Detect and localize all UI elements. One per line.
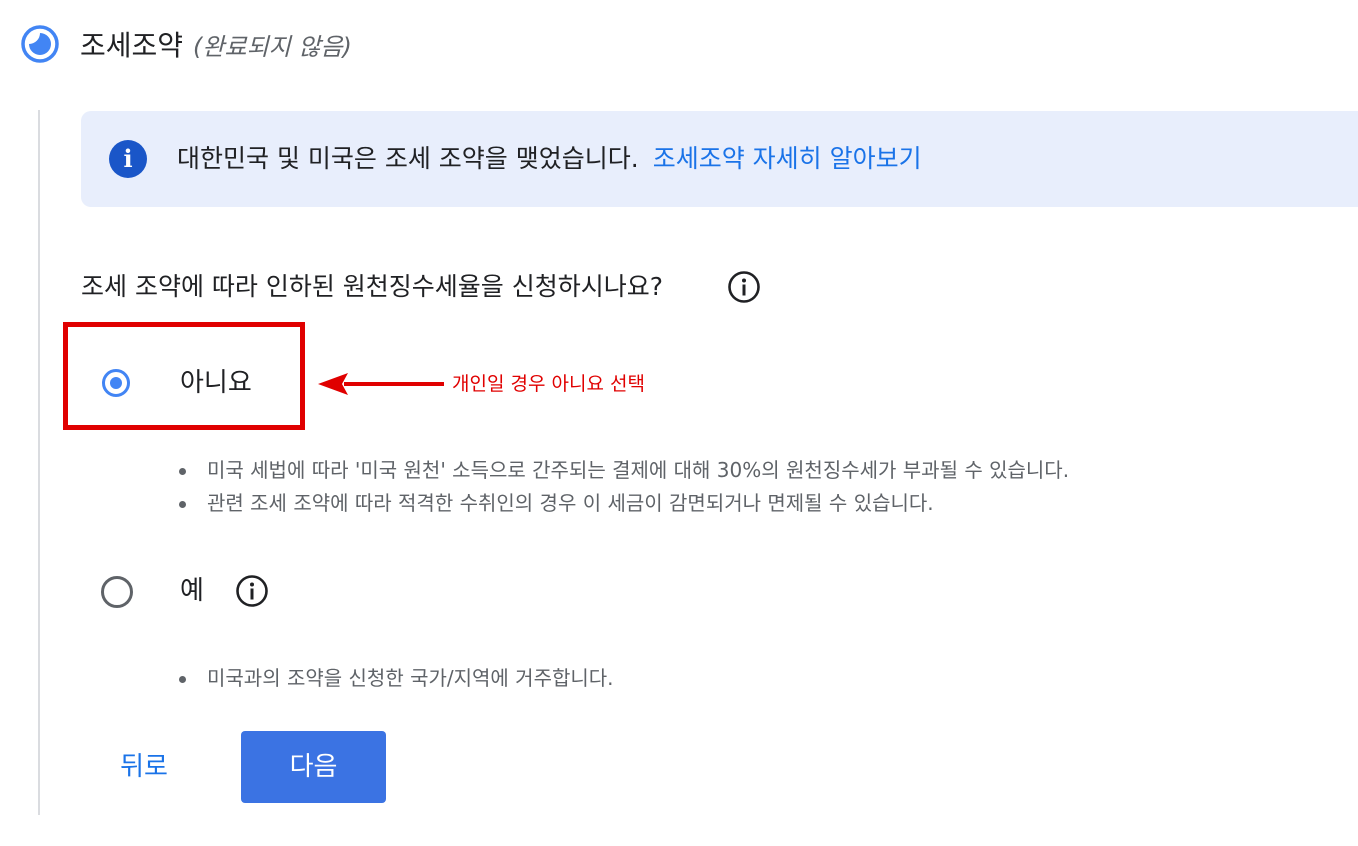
section-header: 조세조약 (완료되지 않음): [20, 24, 352, 64]
annotation-text: 개인일 경우 아니요 선택: [452, 373, 645, 395]
list-item: 미국 세법에 따라 '미국 원천' 소득으로 간주되는 결제에 대해 30%의 …: [178, 454, 1069, 487]
radio-no[interactable]: [102, 369, 130, 397]
next-button[interactable]: 다음: [241, 731, 386, 803]
section-status: (완료되지 않음): [193, 32, 352, 61]
in-progress-icon: [21, 25, 59, 63]
treaty-question: 조세 조약에 따라 인하된 원천징수세율을 신청하시나요?: [81, 272, 664, 301]
section-divider: [38, 110, 40, 815]
info-icon: i: [109, 140, 147, 178]
tax-treaty-page: 조세조약 (완료되지 않음) i 대한민국 및 미국은 조세 조약을 맺었습니다…: [0, 0, 1358, 846]
info-message: 대한민국 및 미국은 조세 조약을 맺었습니다.: [177, 144, 639, 173]
learn-more-link[interactable]: 조세조약 자세히 알아보기: [653, 144, 922, 173]
info-banner-text: 대한민국 및 미국은 조세 조약을 맺었습니다. 조세조약 자세히 알아보기: [177, 141, 922, 177]
radio-yes[interactable]: [101, 576, 133, 608]
option-no-details: 미국 세법에 따라 '미국 원천' 소득으로 간주되는 결제에 대해 30%의 …: [178, 454, 1069, 520]
section-title: 조세조약: [80, 29, 184, 62]
list-item: 관련 조세 조약에 따라 적격한 수취인의 경우 이 세금이 감면되거나 면제될…: [178, 487, 1069, 520]
yes-help-icon[interactable]: [235, 574, 269, 608]
option-yes-label[interactable]: 예: [180, 572, 204, 610]
question-help-icon[interactable]: [727, 270, 761, 304]
annotation-arrow: [318, 373, 444, 395]
option-yes-details: 미국과의 조약을 신청한 국가/지역에 거주합니다.: [178, 662, 614, 695]
list-item: 미국과의 조약을 신청한 국가/지역에 거주합니다.: [178, 662, 614, 695]
back-button[interactable]: 뒤로: [108, 732, 180, 802]
info-banner: i 대한민국 및 미국은 조세 조약을 맺었습니다. 조세조약 자세히 알아보기: [81, 111, 1358, 207]
option-no-label[interactable]: 아니요: [180, 364, 252, 402]
